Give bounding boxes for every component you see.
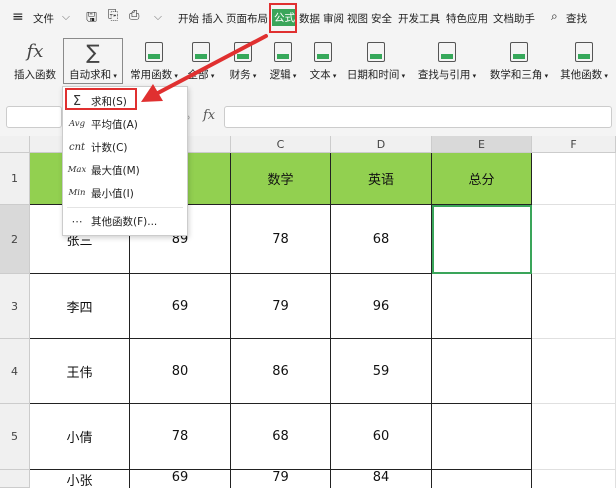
annotation-arrow [141,34,268,102]
